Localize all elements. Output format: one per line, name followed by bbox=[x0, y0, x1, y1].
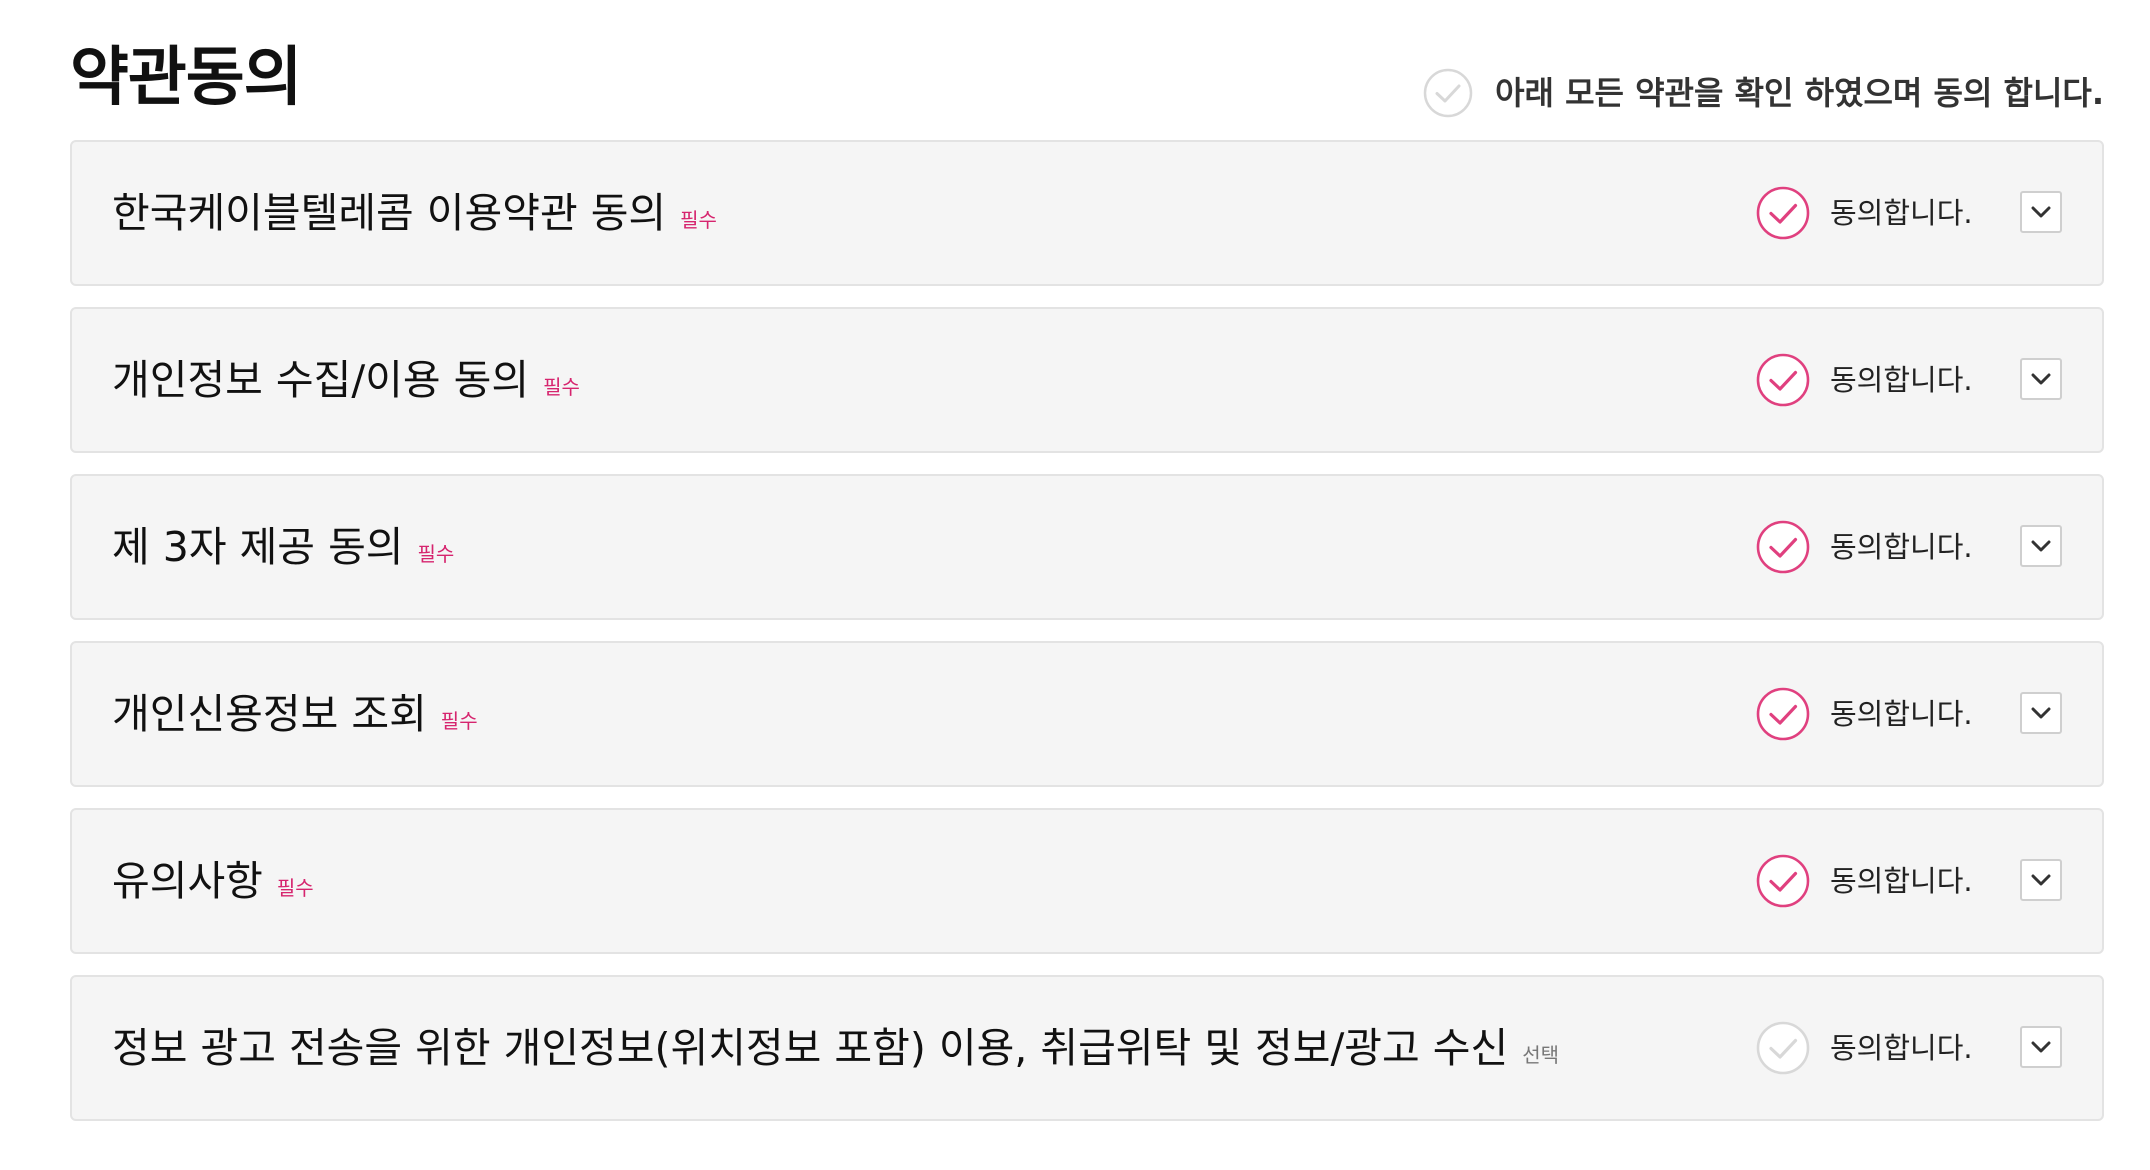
term-agree-toggle[interactable]: 동의합니다. bbox=[1756, 476, 1973, 618]
check-circle-icon[interactable] bbox=[1756, 1021, 1810, 1075]
check-circle-icon[interactable] bbox=[1756, 353, 1810, 407]
check-circle-icon[interactable] bbox=[1423, 68, 1473, 118]
check-circle-icon[interactable] bbox=[1756, 687, 1810, 741]
required-badge: 필수 bbox=[440, 709, 478, 733]
chevron-down-icon bbox=[2031, 373, 2051, 385]
required-badge: 필수 bbox=[417, 542, 455, 566]
term-row: 정보 광고 전송을 위한 개인정보(위치정보 포함) 이용, 취급위탁 및 정보… bbox=[70, 975, 2104, 1121]
term-agree-toggle[interactable]: 동의합니다. bbox=[1756, 309, 1973, 451]
term-title: 유의사항 bbox=[112, 856, 263, 905]
term-title-group: 유의사항 필수 bbox=[112, 810, 314, 952]
term-title-group: 정보 광고 전송을 위한 개인정보(위치정보 포함) 이용, 취급위탁 및 정보… bbox=[112, 977, 1559, 1119]
expand-button[interactable] bbox=[2020, 191, 2062, 233]
term-agree-label: 동의합니다. bbox=[1830, 696, 1973, 731]
chevron-down-icon bbox=[2031, 540, 2051, 552]
term-title: 한국케이블텔레콤 이용약관 동의 bbox=[112, 188, 667, 237]
terms-agreement-page: 약관동의 아래 모든 약관을 확인 하였으며 동의 합니다. 한국케이블텔레콤 … bbox=[70, 0, 2104, 1121]
check-circle-icon[interactable] bbox=[1756, 854, 1810, 908]
required-badge: 필수 bbox=[543, 375, 580, 399]
term-agree-label: 동의합니다. bbox=[1830, 362, 1973, 397]
optional-badge: 선택 bbox=[1522, 1043, 1560, 1067]
term-title-group: 개인정보 수집/이용 동의 필수 bbox=[112, 309, 580, 451]
agree-all-label: 아래 모든 약관을 확인 하였으며 동의 합니다. bbox=[1495, 74, 2104, 112]
term-agree-label: 동의합니다. bbox=[1830, 529, 1973, 564]
term-title: 제 3자 제공 동의 bbox=[112, 522, 404, 571]
page-title: 약관동의 bbox=[70, 41, 303, 115]
expand-button[interactable] bbox=[2020, 1026, 2062, 1068]
term-agree-toggle[interactable]: 동의합니다. bbox=[1756, 977, 1973, 1119]
check-circle-icon[interactable] bbox=[1756, 186, 1810, 240]
chevron-down-icon bbox=[2031, 707, 2051, 719]
term-agree-toggle[interactable]: 동의합니다. bbox=[1756, 643, 1973, 785]
check-circle-icon[interactable] bbox=[1756, 520, 1810, 574]
term-agree-toggle[interactable]: 동의합니다. bbox=[1756, 810, 1973, 952]
term-row: 개인정보 수집/이용 동의 필수 동의합니다. bbox=[70, 307, 2104, 453]
expand-button[interactable] bbox=[2020, 525, 2062, 567]
term-agree-label: 동의합니다. bbox=[1830, 863, 1973, 898]
chevron-down-icon bbox=[2031, 874, 2051, 886]
term-title-group: 개인신용정보 조회 필수 bbox=[112, 643, 478, 785]
required-badge: 필수 bbox=[680, 208, 717, 232]
term-row: 제 3자 제공 동의 필수 동의합니다. bbox=[70, 474, 2104, 620]
term-title-group: 한국케이블텔레콤 이용약관 동의 필수 bbox=[112, 142, 717, 284]
terms-header: 약관동의 아래 모든 약관을 확인 하였으며 동의 합니다. bbox=[70, 0, 2104, 140]
expand-button[interactable] bbox=[2020, 692, 2062, 734]
expand-button[interactable] bbox=[2020, 859, 2062, 901]
term-title: 정보 광고 전송을 위한 개인정보(위치정보 포함) 이용, 취급위탁 및 정보… bbox=[112, 1023, 1509, 1072]
term-agree-toggle[interactable]: 동의합니다. bbox=[1756, 142, 1973, 284]
term-agree-label: 동의합니다. bbox=[1830, 1030, 1973, 1065]
chevron-down-icon bbox=[2031, 1041, 2051, 1053]
agree-all-toggle[interactable]: 아래 모든 약관을 확인 하였으며 동의 합니다. bbox=[1423, 68, 2104, 118]
term-row: 개인신용정보 조회 필수 동의합니다. bbox=[70, 641, 2104, 787]
term-title-group: 제 3자 제공 동의 필수 bbox=[112, 476, 454, 618]
terms-list: 한국케이블텔레콤 이용약관 동의 필수 동의합니다. 개인정보 수집/이용 동의 필수 동… bbox=[70, 140, 2104, 1142]
term-row: 한국케이블텔레콤 이용약관 동의 필수 동의합니다. bbox=[70, 140, 2104, 286]
expand-button[interactable] bbox=[2020, 358, 2062, 400]
chevron-down-icon bbox=[2031, 206, 2051, 218]
term-agree-label: 동의합니다. bbox=[1830, 195, 1973, 230]
required-badge: 필수 bbox=[276, 876, 314, 900]
term-row: 유의사항 필수 동의합니다. bbox=[70, 808, 2104, 954]
term-title: 개인신용정보 조회 bbox=[112, 689, 427, 738]
term-title: 개인정보 수집/이용 동의 bbox=[112, 355, 530, 404]
